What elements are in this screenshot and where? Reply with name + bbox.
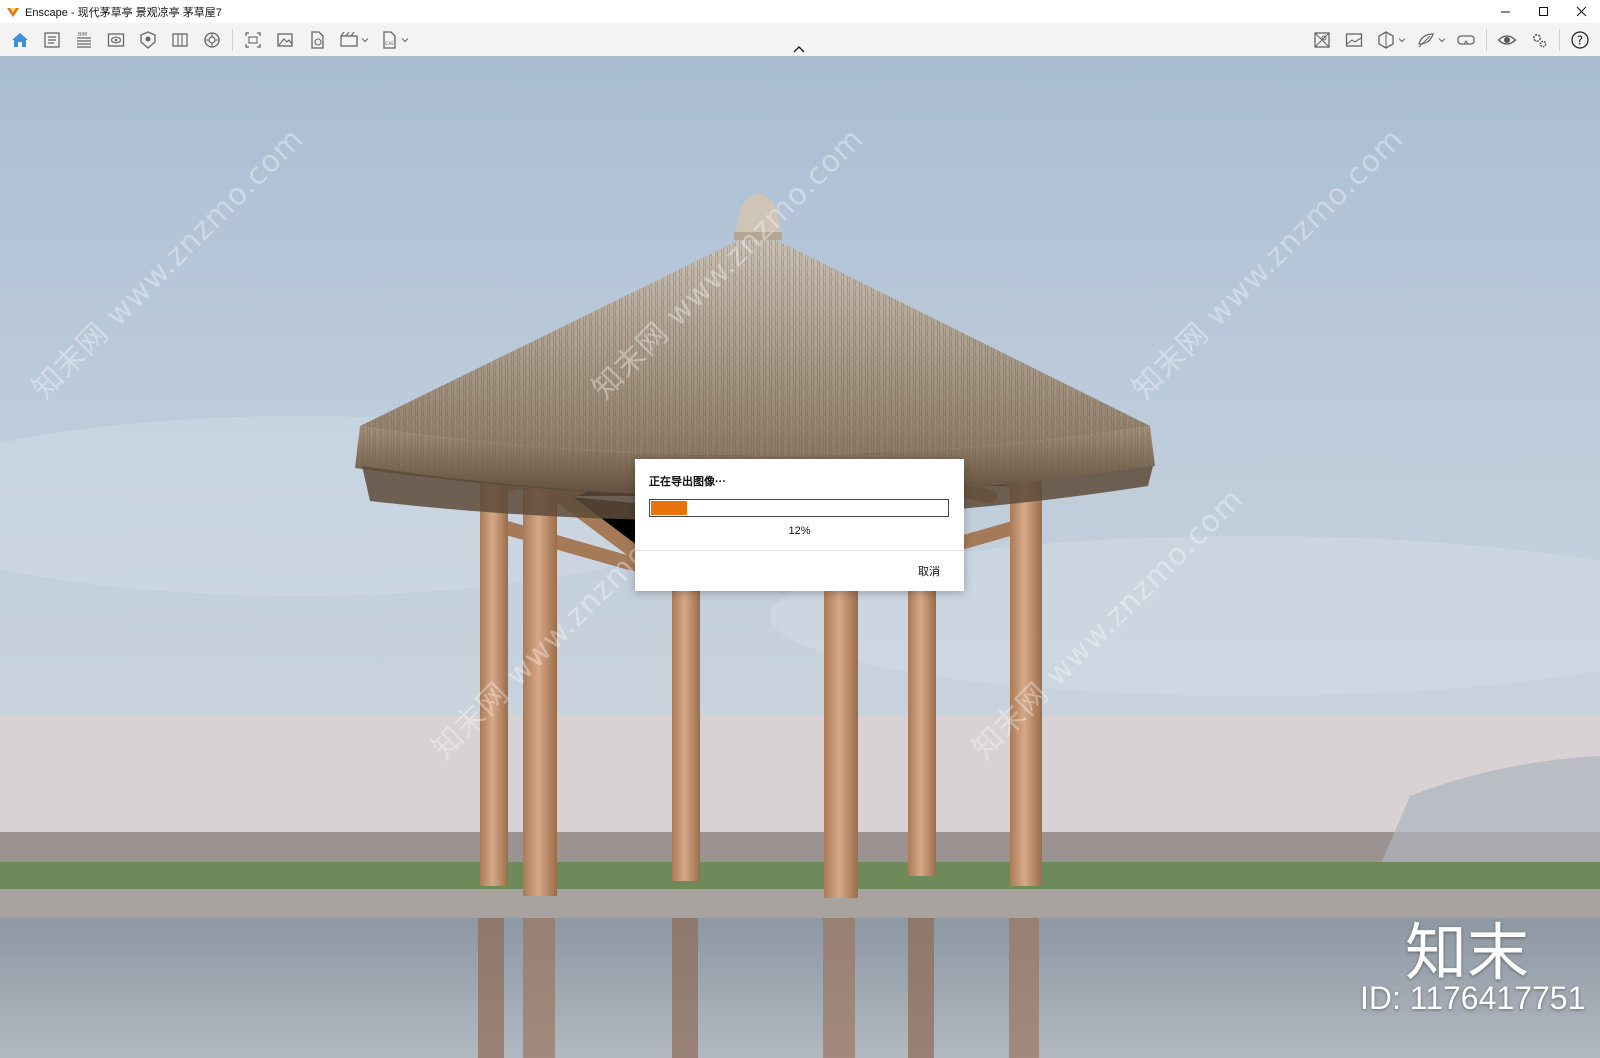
screenshot-icon — [245, 31, 261, 48]
asset-library-icon — [140, 30, 156, 49]
vr-headset-icon — [1457, 34, 1475, 45]
export-exe-icon: EXE — [383, 30, 396, 49]
help-icon: ? — [1571, 30, 1589, 49]
atmosphere-settings-button[interactable] — [201, 28, 223, 52]
progress-bar-fill — [651, 501, 687, 515]
views-icon — [107, 32, 125, 47]
toolbar-separator — [232, 28, 233, 51]
export-file-icon — [311, 30, 324, 49]
render-quality-icon — [1418, 32, 1434, 47]
settings-icon — [1533, 33, 1547, 47]
asset-library-button[interactable] — [137, 28, 159, 52]
render-panel-icon — [44, 31, 60, 48]
cancel-button[interactable]: 取消 — [918, 563, 940, 579]
export-exe-dropdown[interactable] — [401, 28, 409, 52]
section-icon — [1378, 30, 1394, 49]
minimize-button[interactable] — [1486, 0, 1524, 23]
window-controls — [1486, 0, 1600, 23]
minimize-icon — [1500, 11, 1510, 13]
chevron-down-icon — [401, 37, 409, 42]
toolbar-separator — [1486, 28, 1487, 51]
screenshot-button[interactable] — [242, 28, 264, 52]
image-view-icon — [1345, 32, 1363, 47]
render-quality-dropdown[interactable] — [1438, 28, 1446, 52]
home-button[interactable] — [9, 28, 31, 52]
toolbar: BIM EXE ? — [0, 23, 1600, 57]
export-file-button[interactable] — [306, 28, 328, 52]
svg-text:BIM: BIM — [78, 32, 87, 38]
settings-button[interactable] — [1528, 28, 1550, 52]
material-editor-icon — [172, 32, 188, 47]
toolbar-separator — [1559, 28, 1560, 51]
title-bar: Enscape - 现代茅草亭 景观凉亭 茅草屋7 — [0, 0, 1600, 23]
visibility-icon — [1497, 34, 1517, 45]
video-editor-button[interactable] — [338, 28, 360, 52]
progress-percentage: 12% — [788, 525, 811, 537]
chevron-down-icon — [1438, 37, 1446, 42]
material-editor-button[interactable] — [169, 28, 191, 52]
video-editor-dropdown[interactable] — [361, 28, 369, 52]
render-panel-button[interactable] — [41, 28, 63, 52]
bim-button[interactable]: BIM — [73, 28, 95, 52]
section-button[interactable] — [1375, 28, 1397, 52]
chevron-down-icon — [361, 37, 369, 42]
map-view-button[interactable] — [1311, 28, 1333, 52]
window-title: Enscape - 现代茅草亭 景观凉亭 茅草屋7 — [25, 6, 222, 19]
export-progress-dialog: 正在导出图像··· 12% 取消 — [635, 459, 964, 591]
enscape-logo-icon — [7, 7, 19, 17]
vr-headset-button[interactable] — [1455, 28, 1477, 52]
help-button[interactable]: ? — [1569, 28, 1591, 52]
video-editor-icon — [340, 31, 358, 47]
atmosphere-settings-icon — [204, 31, 220, 48]
batch-render-button[interactable] — [274, 28, 296, 52]
chevron-down-icon — [1398, 37, 1406, 42]
views-button[interactable] — [105, 28, 127, 52]
dialog-divider — [635, 550, 964, 551]
batch-render-icon — [277, 32, 293, 47]
svg-text:?: ? — [1577, 33, 1583, 47]
visibility-button[interactable] — [1496, 28, 1518, 52]
image-view-button[interactable] — [1343, 28, 1365, 52]
maximize-button[interactable] — [1524, 0, 1562, 23]
close-icon — [1576, 6, 1586, 17]
maximize-icon — [1538, 7, 1548, 16]
toolbar-left: BIM EXE — [4, 23, 413, 56]
home-icon — [12, 32, 28, 47]
svg-text:EXE: EXE — [385, 41, 394, 47]
map-view-icon — [1314, 31, 1330, 48]
dialog-title: 正在导出图像··· — [649, 476, 726, 488]
collapse-toolbar-icon[interactable] — [792, 43, 806, 55]
section-dropdown[interactable] — [1398, 28, 1406, 52]
toolbar-right: ? — [1306, 23, 1596, 56]
brand-id: ID: 1176417751 — [1360, 980, 1586, 1016]
brand-logo-text: 知末 — [1405, 916, 1530, 989]
bim-icon: BIM — [77, 32, 91, 48]
close-button[interactable] — [1562, 0, 1600, 23]
render-quality-button[interactable] — [1415, 28, 1437, 52]
progress-bar — [649, 499, 949, 517]
export-exe-button[interactable]: EXE — [378, 28, 400, 52]
